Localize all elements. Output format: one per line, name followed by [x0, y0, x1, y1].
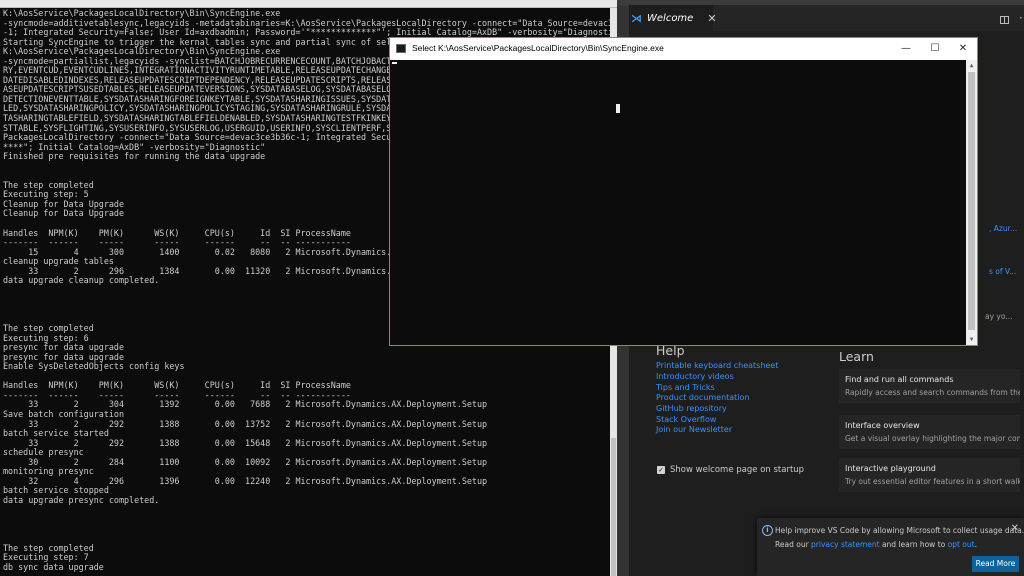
notification-text: Read our: [775, 540, 812, 549]
text-caret: [392, 62, 397, 64]
close-icon[interactable]: ✕: [1011, 523, 1019, 534]
syncengine-console[interactable]: [390, 60, 966, 345]
privacy-statement-link[interactable]: privacy statement: [811, 540, 880, 549]
notification-message: Help improve VS Code by allowing Microso…: [775, 526, 1024, 535]
vscode-tab-bar: ⋊ Welcome ✕ ···: [629, 5, 1024, 31]
tab-welcome-label: Welcome: [647, 12, 694, 24]
show-welcome-checkbox[interactable]: ✓: [657, 466, 665, 474]
console-app-icon: [396, 44, 406, 53]
help-link-cheatsheet[interactable]: Printable keyboard cheatsheet: [656, 361, 778, 370]
notification-text: and learn how to: [879, 540, 948, 549]
learn-card-title: Interface overview: [845, 421, 920, 430]
help-link-newsletter[interactable]: Join our Newsletter: [656, 425, 732, 434]
mouse-cursor-icon: [616, 104, 620, 113]
learn-card-playground[interactable]: Interactive playground Try out essential…: [839, 458, 1020, 492]
show-welcome-label: Show welcome page on startup: [670, 465, 805, 475]
syncengine-scroll-thumb[interactable]: [968, 72, 975, 330]
syncengine-scrollbar[interactable]: ▲ ▼: [966, 60, 977, 345]
read-more-button[interactable]: Read More: [972, 556, 1019, 572]
learn-card-interface[interactable]: Interface overview Get a visual overlay …: [839, 415, 1020, 449]
learn-card-desc: Get a visual overlay highlighting the ma…: [845, 434, 1020, 443]
learn-card-desc: Rapidly access and search commands from …: [845, 388, 1020, 397]
learn-card-title: Find and run all commands: [845, 375, 954, 384]
learn-card-commands[interactable]: Find and run all commands Rapidly access…: [839, 369, 1020, 403]
learn-heading: Learn: [839, 349, 874, 364]
notification-message-links: Read our privacy statement and learn how…: [775, 540, 977, 549]
start-fragment-customize: ay yo...: [985, 312, 1013, 321]
telemetry-notification: i Help improve VS Code by allowing Micro…: [757, 518, 1024, 576]
help-link-videos[interactable]: Introductory videos: [656, 372, 734, 381]
help-link-stackoverflow[interactable]: Stack Overflow: [656, 415, 716, 424]
learn-card-desc: Try out essential editor features in a s…: [845, 477, 1020, 486]
more-actions-icon[interactable]: ···: [1019, 11, 1024, 25]
info-icon: i: [762, 525, 773, 536]
opt-out-link[interactable]: opt out: [948, 540, 975, 549]
notification-text: .: [974, 540, 977, 549]
minimize-button[interactable]: —: [891, 38, 921, 60]
syncengine-title-bar[interactable]: Select K:\AosService\PackagesLocalDirect…: [390, 38, 977, 60]
start-fragment-vscode[interactable]: s of V...: [989, 267, 1016, 276]
learn-card-title: Interactive playground: [845, 464, 936, 473]
console-scroll-thumb[interactable]: [611, 438, 616, 576]
syncengine-window[interactable]: Select K:\AosService\PackagesLocalDirect…: [389, 37, 978, 346]
tab-welcome[interactable]: ⋊ Welcome ✕: [629, 5, 717, 31]
scroll-up-icon[interactable]: ▲: [966, 60, 977, 71]
window-title: Select K:\AosService\PackagesLocalDirect…: [412, 43, 664, 53]
split-editor-icon[interactable]: [1000, 16, 1009, 24]
scroll-down-icon[interactable]: ▼: [966, 334, 977, 345]
start-fragment-azure[interactable]: , Azur...: [989, 224, 1017, 233]
vscode-logo-icon: ⋊: [631, 11, 642, 25]
console-title-bar[interactable]: [0, 0, 617, 8]
close-icon[interactable]: ✕: [707, 12, 716, 25]
help-link-github[interactable]: GitHub repository: [656, 404, 727, 413]
close-button[interactable]: ✕: [948, 38, 978, 60]
maximize-button[interactable]: ☐: [920, 38, 950, 60]
help-link-tips[interactable]: Tips and Tricks: [656, 383, 715, 392]
help-link-docs[interactable]: Product documentation: [656, 393, 750, 402]
